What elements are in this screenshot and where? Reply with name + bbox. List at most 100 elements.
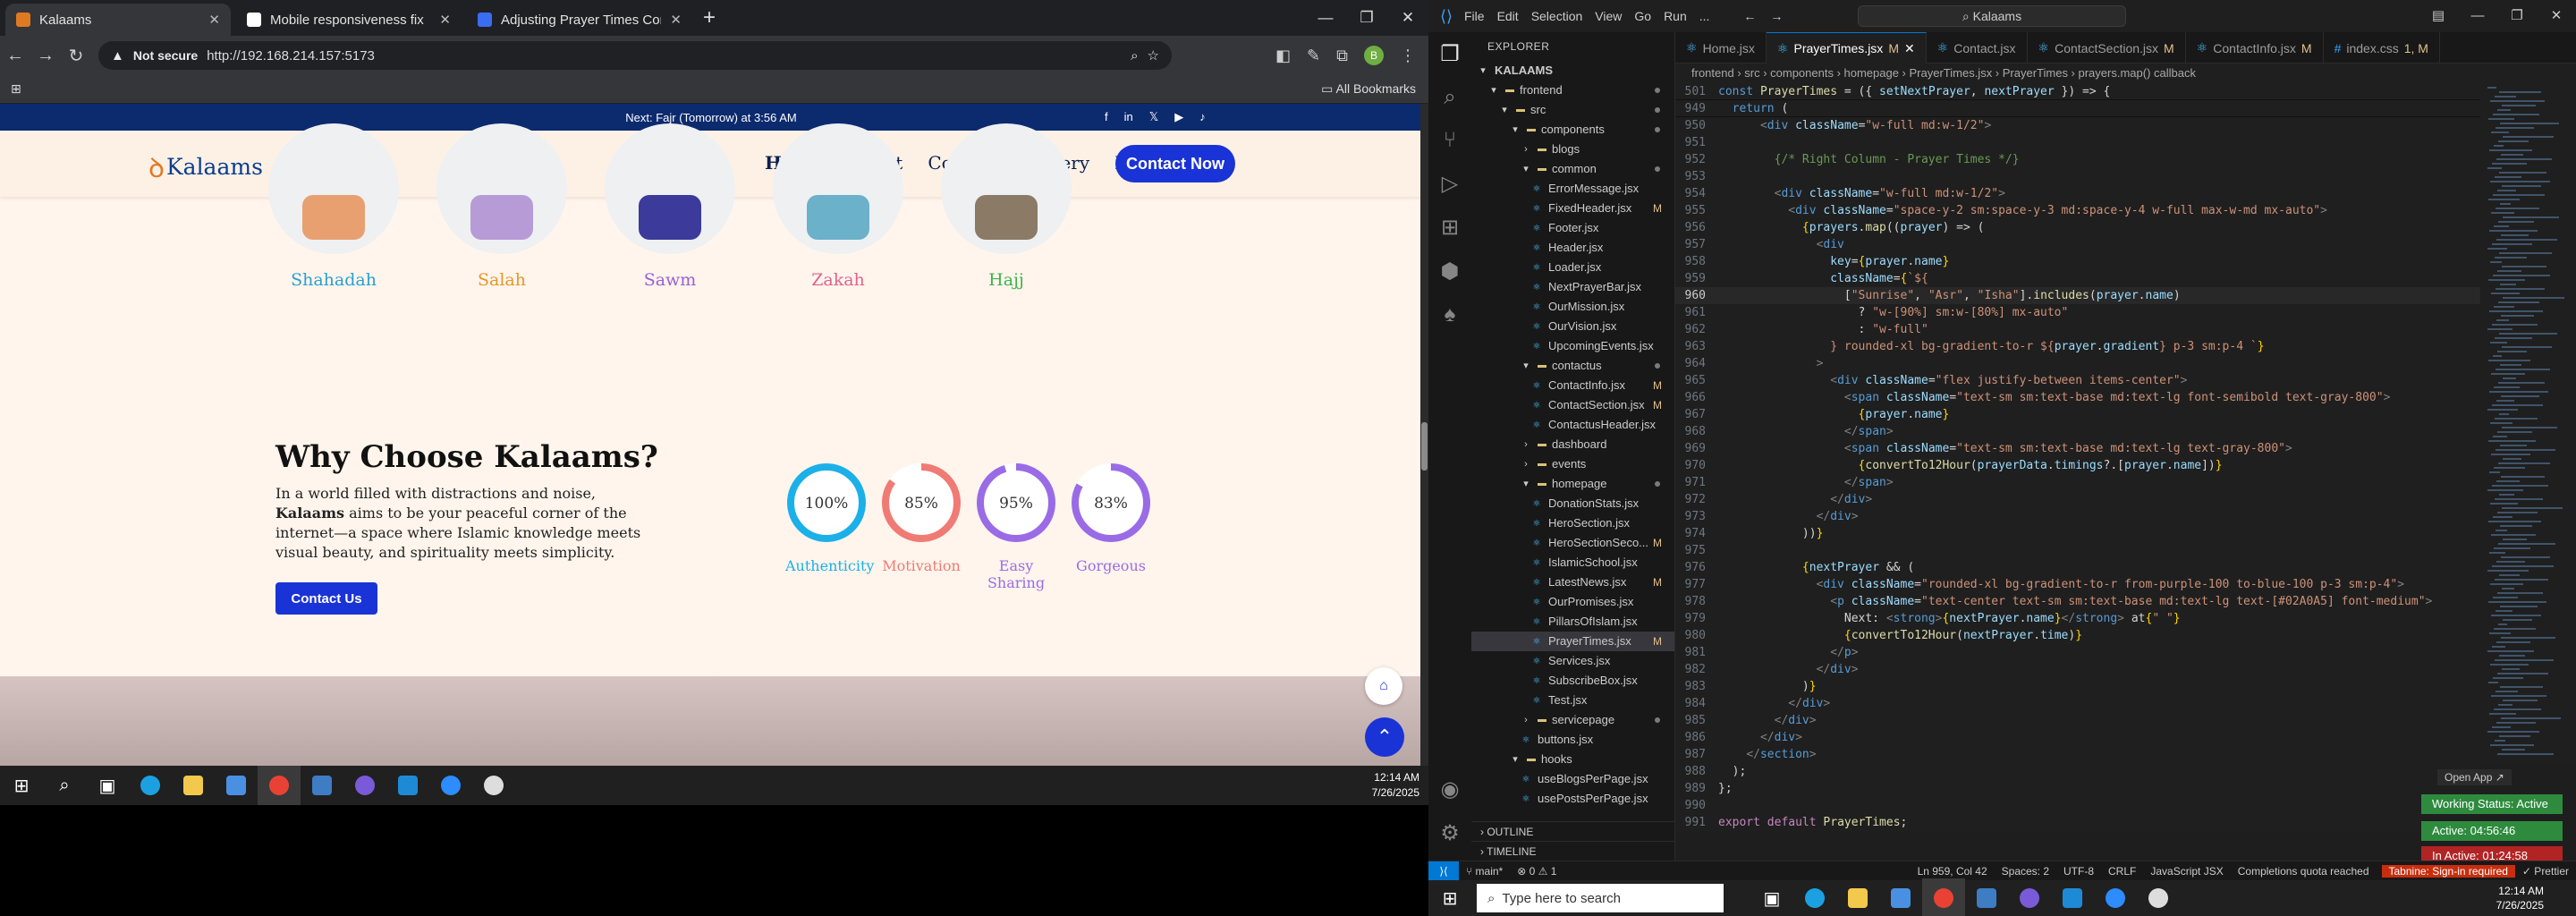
- browser-tab[interactable]: Kalaams ✕: [5, 4, 231, 36]
- start-icon[interactable]: ⊞: [0, 766, 43, 805]
- cursor-position[interactable]: Ln 959, Col 42: [1911, 865, 1995, 878]
- extension-icon[interactable]: ◧: [1275, 47, 1291, 65]
- tree-file[interactable]: ⚛ Loader.jsx: [1471, 258, 1674, 277]
- right-clock[interactable]: 12:14 AM 7/26/2025: [2496, 884, 2544, 912]
- source-control-icon[interactable]: ⑂: [1444, 128, 1456, 153]
- profile-avatar[interactable]: B: [1364, 46, 1384, 65]
- explorer-icon[interactable]: [172, 766, 215, 805]
- tree-folder[interactable]: › ▬ servicepage: [1471, 710, 1674, 730]
- tree-folder[interactable]: ▾ ▬ contactus: [1471, 356, 1674, 376]
- language-status[interactable]: JavaScript JSX: [2143, 865, 2230, 878]
- search-icon[interactable]: ⌕: [43, 766, 86, 805]
- eol-status[interactable]: CRLF: [2101, 865, 2143, 878]
- tree-file[interactable]: ⚛ useBlogsPerPage.jsx: [1471, 769, 1674, 789]
- minimize-button[interactable]: —: [2458, 0, 2497, 32]
- tree-file[interactable]: ⚛ ContactSection.jsx M: [1471, 395, 1674, 415]
- tree-file[interactable]: ⚛ Header.jsx: [1471, 238, 1674, 258]
- tree-file[interactable]: ⚛ Footer.jsx: [1471, 218, 1674, 238]
- start-icon[interactable]: ⊞: [1428, 878, 1471, 916]
- apps-grid-icon[interactable]: ⊞: [11, 81, 21, 97]
- editor-tab[interactable]: # index.css 1, M: [2324, 32, 2440, 64]
- command-center[interactable]: ⌕ Kalaams: [1858, 5, 2126, 27]
- left-clock[interactable]: 12:14 AM 7/26/2025: [1372, 770, 1419, 801]
- timeline-section[interactable]: › TIMELINE: [1471, 841, 1675, 861]
- puzzle-icon[interactable]: ⧉: [1336, 47, 1348, 65]
- other-app-icon[interactable]: [472, 766, 515, 805]
- zoom-app-icon[interactable]: [2094, 878, 2137, 916]
- store-icon[interactable]: [215, 766, 258, 805]
- tree-file[interactable]: ⚛ PrayerTimes.jsx M: [1471, 632, 1674, 651]
- tree-folder[interactable]: ▾ ▬ homepage: [1471, 474, 1674, 494]
- pillar-item[interactable]: Zakah: [773, 123, 903, 290]
- vscode-icon[interactable]: [386, 766, 429, 805]
- pen-icon[interactable]: ✎: [1307, 47, 1320, 65]
- leaf-icon[interactable]: ♠: [1445, 302, 1456, 327]
- run-debug-icon[interactable]: ▷: [1442, 171, 1458, 197]
- linkedin-icon[interactable]: in: [1124, 110, 1133, 124]
- address-bar[interactable]: ▲ Not secure http://192.168.214.157:5173…: [98, 41, 1172, 70]
- nav-forward-icon[interactable]: →: [1770, 9, 1783, 23]
- tree-file[interactable]: ⚛ HeroSectionSeco... M: [1471, 533, 1674, 553]
- menu-selection[interactable]: Selection: [1531, 9, 1583, 23]
- remote-icon[interactable]: ⬢: [1441, 259, 1460, 284]
- tree-file[interactable]: ⚛ ContactInfo.jsx M: [1471, 376, 1674, 395]
- tiktok-icon[interactable]: ♪: [1199, 110, 1206, 124]
- explorer-icon[interactable]: ❐: [1440, 41, 1460, 67]
- quota-status[interactable]: Completions quota reached: [2231, 865, 2377, 878]
- account-icon[interactable]: ◉: [1441, 776, 1460, 802]
- bookmark-star-icon[interactable]: ☆: [1148, 47, 1159, 64]
- tree-file[interactable]: ⚛ ErrorMessage.jsx: [1471, 179, 1674, 199]
- tree-file[interactable]: ⚛ ContactusHeader.jsx: [1471, 415, 1674, 435]
- problems-status[interactable]: ⊗ 0 ⚠ 1: [1510, 865, 1563, 878]
- tree-file[interactable]: ⚛ IslamicSchool.jsx: [1471, 553, 1674, 572]
- menu-run[interactable]: Run: [1664, 9, 1687, 23]
- all-bookmarks[interactable]: ▭ All Bookmarks: [1321, 81, 1416, 97]
- editor-tab[interactable]: ⚛ Home.jsx: [1675, 32, 1767, 64]
- layout-icon[interactable]: ▤: [2419, 0, 2458, 32]
- maximize-button[interactable]: ❐: [1346, 0, 1387, 36]
- back-icon[interactable]: ←: [0, 46, 30, 66]
- minimize-button[interactable]: —: [1305, 0, 1346, 36]
- minimap[interactable]: [2480, 83, 2576, 763]
- taskview-icon[interactable]: ▣: [86, 766, 129, 805]
- search-icon[interactable]: ⌕: [1444, 85, 1455, 110]
- app-icon[interactable]: [1965, 878, 2008, 916]
- tree-file[interactable]: ⚛ buttons.jsx: [1471, 730, 1674, 750]
- contact-now-button[interactable]: Contact Now: [1115, 145, 1235, 182]
- tree-file[interactable]: ⚛ UpcomingEvents.jsx: [1471, 336, 1674, 356]
- tree-folder[interactable]: › ▬ events: [1471, 454, 1674, 474]
- tab-close-icon[interactable]: ✕: [670, 12, 682, 28]
- pillar-item[interactable]: Shahadah: [268, 123, 399, 290]
- app-icon[interactable]: [301, 766, 343, 805]
- tree-file[interactable]: ⚛ SubscribeBox.jsx: [1471, 671, 1674, 691]
- branch-status[interactable]: ⑂ main*: [1459, 865, 1510, 878]
- settings-gear-icon[interactable]: ⚙: [1440, 820, 1460, 846]
- tree-folder[interactable]: › ▬ blogs: [1471, 140, 1674, 159]
- tabnine-status[interactable]: Tabnine: Sign-in required: [2381, 864, 2515, 878]
- chrome-icon[interactable]: [1922, 878, 1965, 916]
- reload-icon[interactable]: ↻: [61, 45, 91, 67]
- tree-file[interactable]: ⚛ FixedHeader.jsx M: [1471, 199, 1674, 218]
- tree-folder[interactable]: ▾ ▬ frontend: [1471, 81, 1674, 100]
- page-scrollbar[interactable]: [1420, 104, 1428, 766]
- extensions-icon[interactable]: ⊞: [1441, 215, 1459, 241]
- editor-tab[interactable]: ⚛ ContactInfo.jsx M: [2186, 32, 2324, 64]
- close-window-button[interactable]: ✕: [1387, 0, 1428, 36]
- indent-status[interactable]: Spaces: 2: [1995, 865, 2056, 878]
- tree-folder[interactable]: ▾ ▬ common: [1471, 159, 1674, 179]
- tab-close-icon[interactable]: ✕: [208, 12, 220, 28]
- tree-file[interactable]: ⚛ OurMission.jsx: [1471, 297, 1674, 317]
- menu-edit[interactable]: Edit: [1497, 9, 1519, 23]
- vscode-icon[interactable]: [2051, 878, 2094, 916]
- menu-go[interactable]: Go: [1634, 9, 1651, 23]
- editor-tab[interactable]: ⚛ ContactSection.jsx M: [2028, 32, 2186, 64]
- pillar-item[interactable]: Sawm: [605, 123, 735, 290]
- editor-tab[interactable]: ⚛ PrayerTimes.jsx M ✕: [1766, 32, 1927, 64]
- taskview-icon[interactable]: ▣: [1750, 878, 1793, 916]
- code-editor[interactable]: 501 const PrayerTimes = ({ setNextPrayer,…: [1675, 83, 2480, 831]
- zoom-icon[interactable]: ⌕: [1131, 48, 1138, 64]
- store-icon[interactable]: [1879, 878, 1922, 916]
- menu-kebab-icon[interactable]: ⋮: [1400, 47, 1416, 65]
- prettier-status[interactable]: ✓ Prettier: [2515, 865, 2576, 878]
- encoding-status[interactable]: UTF-8: [2056, 865, 2101, 878]
